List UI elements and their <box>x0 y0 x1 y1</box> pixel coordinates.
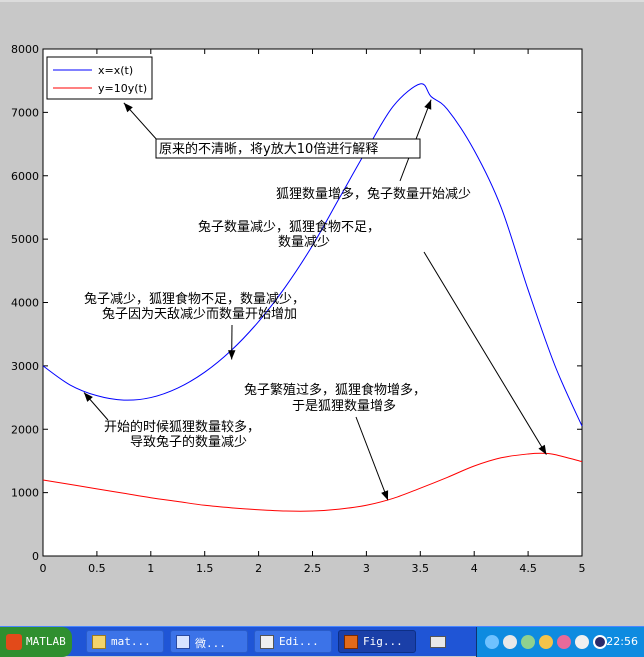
annotation-rabbit-decrease-1: 兔子数量减少，狐狸食物不足， <box>198 219 380 235</box>
start-label: MATLAB <box>26 635 66 648</box>
figure-icon <box>344 635 358 649</box>
taskbar-button-folder[interactable]: mat... <box>86 630 164 653</box>
system-tray: 22:56 <box>476 627 644 657</box>
y-tick-label: 6000 <box>11 170 39 183</box>
annotation-fox-increase: 狐狸数量增多，兔子数量开始减少 <box>276 186 471 202</box>
tray-app-icon[interactable] <box>539 635 553 649</box>
y-tick-label: 2000 <box>11 423 39 436</box>
chart: 0 0.5 1 1.5 2 2.5 3 3.5 4 4.5 5 0 1000 2000 3000 4000 5… <box>0 0 644 625</box>
x-tick-label: 0.5 <box>88 562 106 575</box>
taskbar-button-label: Fig... <box>363 635 403 648</box>
annotation-breeding-1: 兔子繁殖过多，狐狸食物增多， <box>244 382 426 398</box>
y-tick-label: 1000 <box>11 487 39 500</box>
y-tick-label: 3000 <box>11 360 39 373</box>
x-tick-label: 2.5 <box>304 562 322 575</box>
y-tick-label: 7000 <box>11 106 39 119</box>
tray-app-icon[interactable] <box>575 635 589 649</box>
taskbar-button-label: Edi... <box>279 635 319 648</box>
taskbar-button-figure[interactable]: Fig... <box>338 630 416 653</box>
y-tick-label: 4000 <box>11 297 39 310</box>
x-tick-label: 5 <box>579 562 586 575</box>
legend: x=x(t) y=10y(t) <box>47 57 152 99</box>
x-tick-label: 1.5 <box>196 562 214 575</box>
annotation-start-2: 导致兔子的数量减少 <box>130 434 247 450</box>
start-button[interactable]: MATLAB <box>0 627 72 657</box>
annotation-rabbit-decrease-2: 数量减少 <box>278 235 330 250</box>
editor-icon <box>260 635 274 649</box>
taskbar-button-label: mat... <box>111 635 151 648</box>
tray-app-icon[interactable] <box>557 635 571 649</box>
x-tick-label: 0 <box>40 562 47 575</box>
annotation-zoom-note: 原来的不清晰，将y放大10倍进行解释 <box>159 141 378 157</box>
taskbar: MATLAB mat... 微... Edi... Fig... 22:56 <box>0 626 644 656</box>
x-tick-label: 2 <box>255 562 262 575</box>
x-tick-label: 3 <box>363 562 370 575</box>
y-tick-label: 5000 <box>11 233 39 246</box>
taskbar-button-label: 微... <box>195 635 226 651</box>
x-tick-label: 3.5 <box>412 562 430 575</box>
volume-icon[interactable] <box>593 635 607 649</box>
clock: 22:56 <box>606 635 638 648</box>
annotation-start-1: 开始的时候狐狸数量较多， <box>104 419 260 435</box>
y-tick-label: 0 <box>32 550 39 563</box>
legend-label-y: y=10y(t) <box>98 82 147 95</box>
tray-app-icon[interactable] <box>521 635 535 649</box>
x-tick-label: 1 <box>147 562 154 575</box>
legend-label-x: x=x(t) <box>98 64 133 77</box>
network-icon[interactable] <box>485 635 499 649</box>
folder-icon <box>92 635 106 649</box>
taskbar-button-word[interactable]: 微... <box>170 630 248 653</box>
annotation-rabbit-low-1: 兔子减少，狐狸食物不足，数量减少， <box>84 291 305 307</box>
messenger-icon[interactable] <box>503 635 517 649</box>
y-tick-label: 8000 <box>11 43 39 56</box>
keyboard-icon[interactable] <box>430 636 446 648</box>
matlab-icon <box>6 634 22 650</box>
window-edge <box>0 0 644 2</box>
x-tick-label: 4 <box>471 562 478 575</box>
annotation-breeding-2: 于是狐狸数量增多 <box>292 398 396 414</box>
annotation-rabbit-low-2: 兔子因为天敌减少而数量开始增加 <box>102 307 297 322</box>
taskbar-button-editor[interactable]: Edi... <box>254 630 332 653</box>
x-tick-label: 4.5 <box>519 562 537 575</box>
figure-window: 0 0.5 1 1.5 2 2.5 3 3.5 4 4.5 5 0 1000 2000 3000 4000 5… <box>0 0 644 625</box>
document-icon <box>176 635 190 649</box>
